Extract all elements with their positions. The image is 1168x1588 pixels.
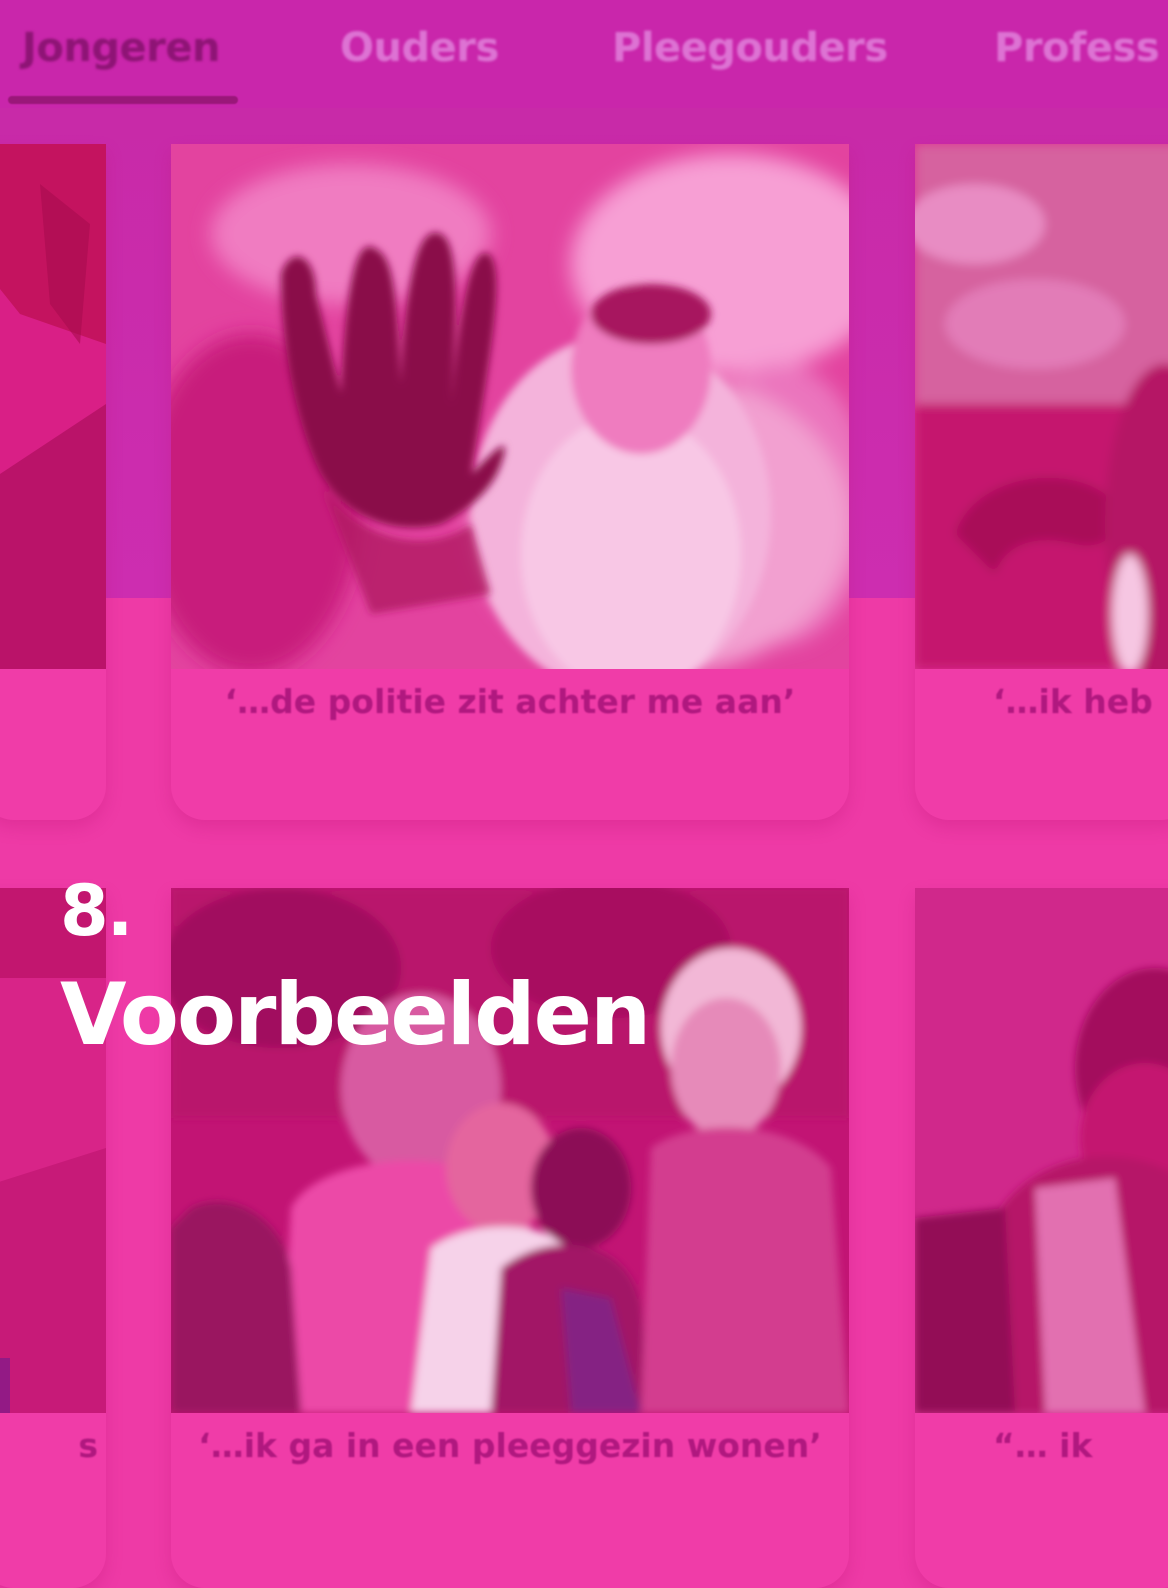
story-card-photo [915,144,1168,669]
story-card-photo [0,144,106,669]
story-card[interactable]: ‘…de politie zit achter me aan’ [171,144,849,820]
tab-professionals[interactable]: Profess [994,22,1160,74]
section-number: 8. [60,870,133,952]
story-card-caption: ‘…ik ga in een pleeggezin wonen’ [198,1426,822,1465]
story-card-photo [915,888,1168,1413]
story-card[interactable] [0,144,106,820]
story-card-caption: ‘…de politie zit achter me aan’ [224,682,796,721]
section-title: Voorbeelden [60,965,651,1065]
story-card-photo [171,144,849,669]
tab-ouders[interactable]: Ouders [340,22,499,74]
tab-pleegouders[interactable]: Pleegouders [612,22,888,74]
story-card-caption: “… ik [993,1426,1093,1465]
story-card[interactable]: ‘…ik heb [915,144,1168,820]
tab-bar: Jongeren Ouders Pleegouders Profess [0,0,1168,108]
tab-jongeren[interactable]: Jongeren [22,22,220,74]
story-card-caption: s [78,1426,98,1465]
story-card-caption: ‘…ik heb [993,682,1153,721]
active-tab-indicator [8,96,238,104]
story-card[interactable]: “… ik [915,888,1168,1588]
